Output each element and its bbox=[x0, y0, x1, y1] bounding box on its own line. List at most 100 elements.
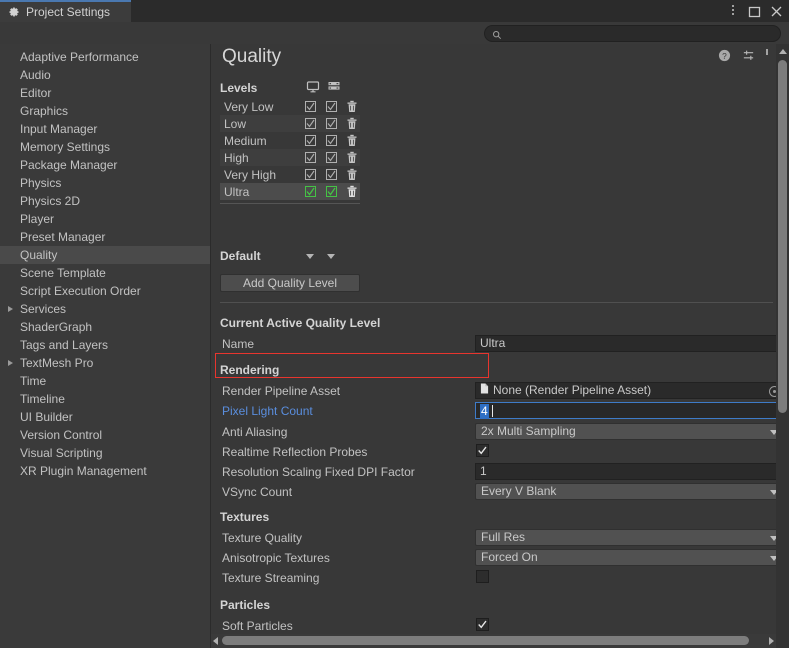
sidebar-item-scene-template[interactable]: Scene Template bbox=[0, 264, 210, 282]
sidebar-item-label: Memory Settings bbox=[20, 140, 111, 154]
sidebar-item-textmesh-pro[interactable]: TextMesh Pro bbox=[0, 354, 210, 372]
texture-streaming-label: Texture Streaming bbox=[222, 571, 320, 585]
sidebar-item-physics[interactable]: Physics bbox=[0, 174, 210, 192]
sidebar-item-xr-plugin-management[interactable]: XR Plugin Management bbox=[0, 462, 210, 480]
default-label: Default bbox=[220, 249, 261, 263]
row-anisotropic-textures: Anisotropic Textures Forced On bbox=[211, 548, 789, 568]
realtime-reflection-probes-checkbox[interactable] bbox=[476, 444, 489, 457]
sidebar-item-package-manager[interactable]: Package Manager bbox=[0, 156, 210, 174]
sidebar-item-graphics[interactable]: Graphics bbox=[0, 102, 210, 120]
anisotropic-textures-value: Forced On bbox=[481, 550, 538, 564]
text-caret bbox=[492, 405, 493, 417]
maximize-icon[interactable] bbox=[748, 5, 761, 18]
level-name: Low bbox=[224, 116, 247, 131]
standalone-checkbox[interactable] bbox=[305, 101, 316, 112]
row-resolution-scaling-dpi: Resolution Scaling Fixed DPI Factor 1 bbox=[211, 462, 789, 482]
texture-quality-dropdown[interactable]: Full Res bbox=[475, 529, 785, 546]
sidebar-item-script-execution-order[interactable]: Script Execution Order bbox=[0, 282, 210, 300]
sidebar-item-timeline[interactable]: Timeline bbox=[0, 390, 210, 408]
texture-streaming-checkbox[interactable] bbox=[476, 570, 489, 583]
delete-level-icon[interactable] bbox=[346, 100, 358, 113]
delete-level-icon[interactable] bbox=[346, 117, 358, 130]
add-quality-level-button[interactable]: Add Quality Level bbox=[220, 274, 360, 292]
sidebar-item-shadergraph[interactable]: ShaderGraph bbox=[0, 318, 210, 336]
table-row[interactable]: High bbox=[220, 149, 360, 166]
horizontal-scrollbar-thumb[interactable] bbox=[222, 636, 749, 645]
sidebar-item-label: Script Execution Order bbox=[20, 284, 141, 298]
soft-particles-checkbox[interactable] bbox=[476, 618, 489, 631]
server-checkbox[interactable] bbox=[326, 118, 337, 129]
sidebar-item-memory-settings[interactable]: Memory Settings bbox=[0, 138, 210, 156]
chevron-right-icon[interactable] bbox=[8, 306, 13, 312]
standalone-checkbox[interactable] bbox=[305, 186, 316, 197]
scroll-left-icon[interactable] bbox=[213, 637, 218, 645]
sidebar-item-quality[interactable]: Quality bbox=[0, 246, 210, 264]
standalone-checkbox[interactable] bbox=[305, 152, 316, 163]
asset-file-icon bbox=[480, 383, 489, 398]
anisotropic-textures-dropdown[interactable]: Forced On bbox=[475, 549, 785, 566]
chevron-down-icon[interactable] bbox=[327, 254, 335, 259]
levels-header-row: Levels bbox=[220, 78, 360, 98]
tab-project-settings[interactable]: Project Settings bbox=[0, 0, 131, 22]
sidebar-item-label: UI Builder bbox=[20, 410, 73, 424]
sidebar-item-services[interactable]: Services bbox=[0, 300, 210, 318]
resolution-scaling-dpi-label: Resolution Scaling Fixed DPI Factor bbox=[222, 465, 415, 479]
sidebar-item-tags-and-layers[interactable]: Tags and Layers bbox=[0, 336, 210, 354]
server-checkbox[interactable] bbox=[326, 169, 337, 180]
vertical-scrollbar-thumb[interactable] bbox=[778, 60, 787, 413]
settings-category-list[interactable]: Adaptive Performance Audio Editor Graphi… bbox=[0, 44, 211, 648]
pixel-light-count-input[interactable]: 4 bbox=[475, 402, 785, 419]
chevron-down-icon[interactable] bbox=[306, 254, 314, 259]
server-checkbox[interactable] bbox=[326, 152, 337, 163]
horizontal-scrollbar[interactable] bbox=[211, 634, 776, 648]
help-icon[interactable]: ? bbox=[718, 49, 731, 62]
server-checkbox[interactable] bbox=[326, 135, 337, 146]
name-input[interactable]: Ultra bbox=[475, 335, 785, 352]
anti-aliasing-dropdown[interactable]: 2x Multi Sampling bbox=[475, 423, 785, 440]
resolution-scaling-dpi-input[interactable]: 1 bbox=[475, 463, 785, 480]
table-row[interactable]: Very High bbox=[220, 166, 360, 183]
standalone-checkbox[interactable] bbox=[305, 169, 316, 180]
search-box[interactable] bbox=[484, 25, 781, 42]
preset-icon[interactable] bbox=[742, 49, 755, 62]
table-row[interactable]: Ultra bbox=[220, 183, 360, 200]
delete-level-icon[interactable] bbox=[346, 151, 358, 164]
standalone-checkbox[interactable] bbox=[305, 118, 316, 129]
table-row[interactable]: Low bbox=[220, 115, 360, 132]
render-pipeline-asset-field[interactable]: None (Render Pipeline Asset) bbox=[475, 382, 785, 399]
close-icon[interactable] bbox=[770, 5, 783, 18]
table-row[interactable]: Very Low bbox=[220, 98, 360, 115]
search-input[interactable] bbox=[506, 27, 761, 40]
table-row[interactable]: Medium bbox=[220, 132, 360, 149]
sidebar-item-time[interactable]: Time bbox=[0, 372, 210, 390]
pixel-light-count-value: 4 bbox=[480, 404, 489, 419]
sidebar-item-visual-scripting[interactable]: Visual Scripting bbox=[0, 444, 210, 462]
sidebar-item-ui-builder[interactable]: UI Builder bbox=[0, 408, 210, 426]
sidebar-item-adaptive-performance[interactable]: Adaptive Performance bbox=[0, 48, 210, 66]
sidebar-item-editor[interactable]: Editor bbox=[0, 84, 210, 102]
vertical-scrollbar[interactable] bbox=[776, 44, 789, 648]
server-checkbox[interactable] bbox=[326, 186, 337, 197]
standalone-checkbox[interactable] bbox=[305, 135, 316, 146]
row-anti-aliasing: Anti Aliasing 2x Multi Sampling bbox=[211, 422, 789, 442]
server-checkbox[interactable] bbox=[326, 101, 337, 112]
sidebar-item-label: ShaderGraph bbox=[20, 320, 93, 334]
scroll-up-icon[interactable] bbox=[779, 49, 787, 54]
sidebar-item-audio[interactable]: Audio bbox=[0, 66, 210, 84]
delete-level-icon[interactable] bbox=[346, 185, 358, 198]
chevron-right-icon[interactable] bbox=[8, 360, 13, 366]
sidebar-item-preset-manager[interactable]: Preset Manager bbox=[0, 228, 210, 246]
kebab-menu-icon[interactable] bbox=[726, 4, 739, 18]
sidebar-item-player[interactable]: Player bbox=[0, 210, 210, 228]
vsync-count-dropdown[interactable]: Every V Blank bbox=[475, 483, 785, 500]
scroll-right-icon[interactable] bbox=[769, 637, 774, 645]
section-heading-textures: Textures bbox=[220, 510, 270, 524]
sidebar-item-input-manager[interactable]: Input Manager bbox=[0, 120, 210, 138]
sidebar-item-physics-2d[interactable]: Physics 2D bbox=[0, 192, 210, 210]
sidebar-item-version-control[interactable]: Version Control bbox=[0, 426, 210, 444]
page-title: Quality bbox=[222, 46, 282, 67]
delete-level-icon[interactable] bbox=[346, 168, 358, 181]
server-icon bbox=[327, 80, 341, 94]
delete-level-icon[interactable] bbox=[346, 134, 358, 147]
sidebar-item-label: Input Manager bbox=[20, 122, 98, 136]
